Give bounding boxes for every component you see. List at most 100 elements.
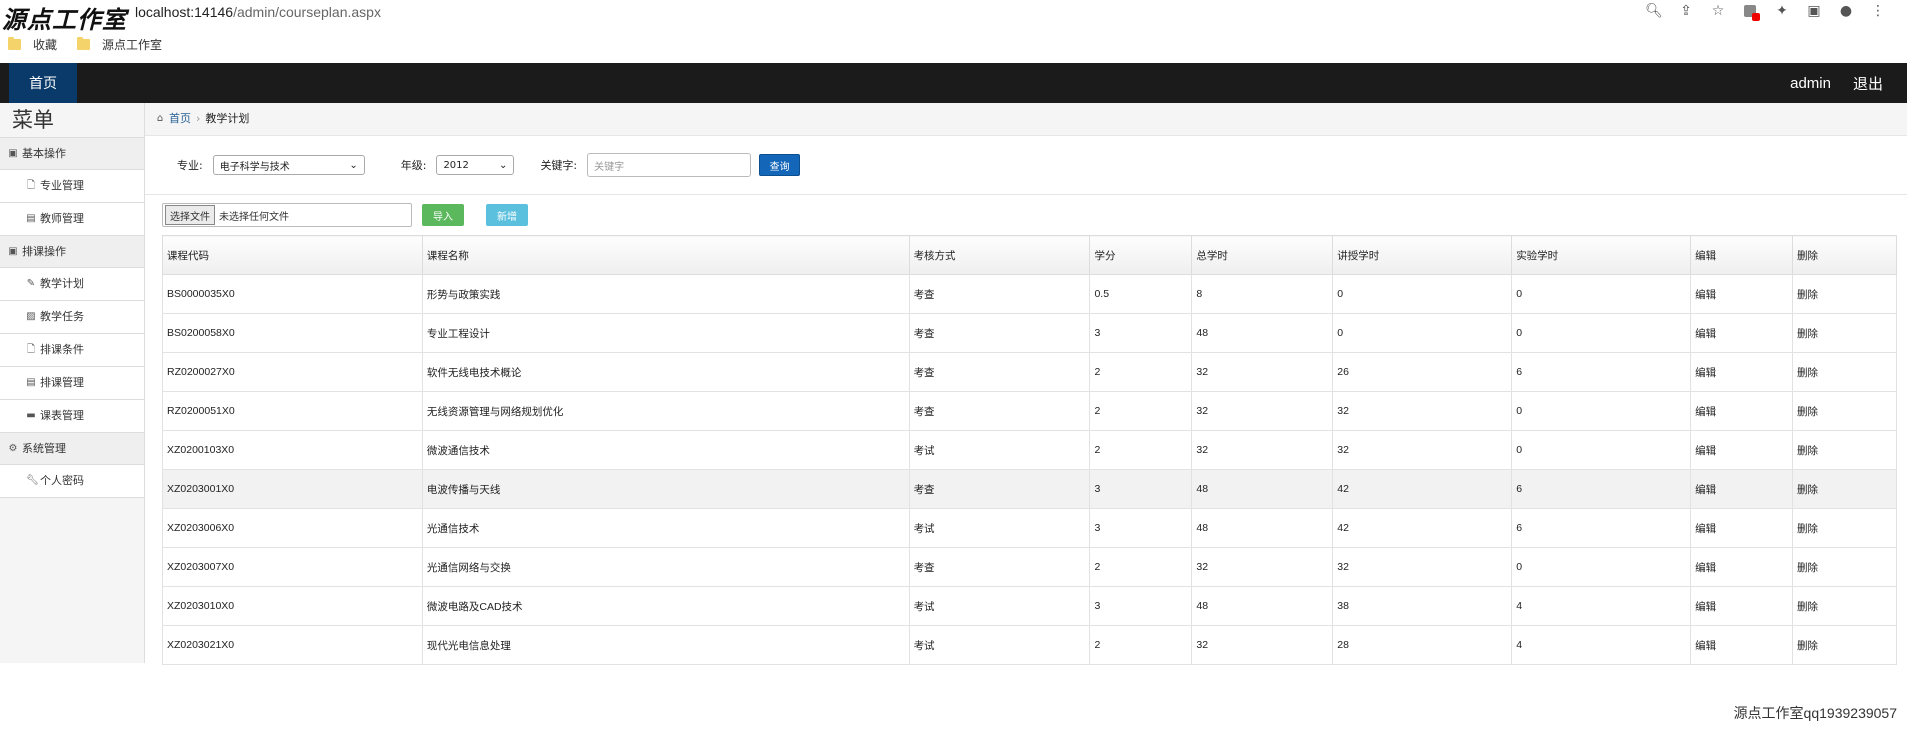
breadcrumb: ⌂ 首页 › 教学计划 xyxy=(145,103,1907,136)
table-cell: 3 xyxy=(1089,469,1193,509)
table-cell: RZ0200051X0 xyxy=(162,391,423,431)
camera-icon: ▬ xyxy=(26,410,36,421)
sidebar: 菜单 ▣ 基本操作 🗋 专业管理 ▤ 教师管理 ▣ 排课操作 ✎ 教学计划 ▨ … xyxy=(0,103,145,663)
delete-link[interactable]: 删除 xyxy=(1792,313,1897,353)
no-file-text: 未选择任何文件 xyxy=(219,211,289,223)
sidebar-item-timetable[interactable]: ▬ 课表管理 xyxy=(0,400,144,433)
query-button[interactable]: 查询 xyxy=(759,154,801,176)
gear-icon: ⚙ xyxy=(8,442,18,454)
delete-link[interactable]: 删除 xyxy=(1792,625,1897,665)
edit-link[interactable]: 编辑 xyxy=(1690,586,1794,626)
table-cell: 42 xyxy=(1332,508,1513,548)
keyword-input[interactable]: 关键字 xyxy=(587,153,752,177)
menu-kebab-icon[interactable]: ⋮ xyxy=(1869,2,1887,20)
edit-link[interactable]: 编辑 xyxy=(1690,508,1794,548)
table-cell: 0 xyxy=(1332,274,1513,314)
file-input[interactable]: 选择文件 未选择任何文件 xyxy=(162,203,412,227)
table-row: XZ0203010X0 微波电路及CAD技术 考试 3 48 38 4 编辑 删除 xyxy=(162,586,1897,626)
sidebar-item-task[interactable]: ▨ 教学任务 xyxy=(0,301,144,334)
sidebar-section-schedule[interactable]: ▣ 排课操作 xyxy=(0,236,144,268)
choose-file-button[interactable]: 选择文件 xyxy=(165,205,215,225)
bookmark-star-icon[interactable]: ☆ xyxy=(1709,2,1727,20)
delete-link[interactable]: 删除 xyxy=(1792,430,1897,470)
table-cell: 0 xyxy=(1332,313,1513,353)
table-cell: XZ0203006X0 xyxy=(162,508,423,548)
sidebar-item-major[interactable]: 🗋 专业管理 xyxy=(0,170,144,203)
sidebar-section-system[interactable]: ⚙ 系统管理 xyxy=(0,433,144,465)
address-bar[interactable]: localhost:14146/admin/courseplan.aspx xyxy=(135,4,381,20)
profile-icon[interactable]: ● xyxy=(1837,2,1855,20)
edit-link[interactable]: 编辑 xyxy=(1690,391,1794,431)
nav-home-tab[interactable]: 首页 xyxy=(9,63,77,103)
sidebar-item-label: 教师管理 xyxy=(40,212,84,225)
sidebar-item-condition[interactable]: 🗋 排课条件 xyxy=(0,334,144,367)
edit-link[interactable]: 编辑 xyxy=(1690,430,1794,470)
nav-logout[interactable]: 退出 xyxy=(1853,73,1883,94)
col-header: 课程名称 xyxy=(421,235,910,275)
edit-link[interactable]: 编辑 xyxy=(1690,352,1794,392)
delete-link[interactable]: 删除 xyxy=(1792,274,1897,314)
table-cell: 6 xyxy=(1511,508,1692,548)
edit-link[interactable]: 编辑 xyxy=(1690,313,1794,353)
sidebar-section-basic[interactable]: ▣ 基本操作 xyxy=(0,138,144,170)
grade-label: 年级: xyxy=(400,159,427,172)
delete-link[interactable]: 删除 xyxy=(1792,352,1897,392)
zoom-icon[interactable]: 🔍︎ xyxy=(1645,2,1663,20)
extension-badge-icon[interactable] xyxy=(1741,2,1760,21)
edit-link[interactable]: 编辑 xyxy=(1690,547,1794,587)
breadcrumb-home[interactable]: 首页 xyxy=(169,103,191,135)
bookmark-favorites[interactable]: 收藏 xyxy=(8,36,57,53)
delete-link[interactable]: 删除 xyxy=(1792,586,1897,626)
table-cell: 光通信技术 xyxy=(421,508,910,548)
table-cell: 2 xyxy=(1089,625,1193,665)
import-button[interactable]: 导入 xyxy=(422,204,464,226)
sidebar-item-label: 教学计划 xyxy=(40,277,84,290)
delete-link[interactable]: 删除 xyxy=(1792,469,1897,509)
delete-link[interactable]: 删除 xyxy=(1792,391,1897,431)
bookmark-studio[interactable]: 源点工作室 xyxy=(77,36,162,53)
table-header-row: 课程代码 课程名称 考核方式 学分 总学时 讲授学时 实验学时 编辑 删除 xyxy=(162,235,1897,275)
table-cell: 42 xyxy=(1332,469,1513,509)
filter-bar: 专业: 电子科学与技术 ⌄ 年级: 2012 ⌄ 关键字: 关键字 查询 xyxy=(145,136,1907,195)
folder-icon xyxy=(77,36,91,50)
table-cell: 微波通信技术 xyxy=(421,430,910,470)
table-cell: 32 xyxy=(1191,430,1334,470)
sidebar-icon[interactable]: ▣ xyxy=(1805,2,1823,20)
edit-link[interactable]: 编辑 xyxy=(1690,469,1794,509)
major-select[interactable]: 电子科学与技术 ⌄ xyxy=(212,155,365,175)
major-label: 专业: xyxy=(177,159,203,172)
nav-username[interactable]: admin xyxy=(1790,75,1831,92)
chevron-down-icon: ⌄ xyxy=(349,159,358,171)
sidebar-item-arrange[interactable]: ▤ 排课管理 xyxy=(0,367,144,400)
sidebar-item-teacher[interactable]: ▤ 教师管理 xyxy=(0,203,144,236)
table-cell: 2 xyxy=(1089,352,1193,392)
table-row: RZ0200027X0 软件无线电技术概论 考查 2 32 26 6 编辑 删除 xyxy=(162,352,1897,392)
new-button[interactable]: 新增 xyxy=(486,204,528,226)
edit-link[interactable]: 编辑 xyxy=(1690,625,1794,665)
table-cell: 0 xyxy=(1511,430,1692,470)
table-cell: 3 xyxy=(1089,586,1193,626)
table-row: XZ0203021X0 现代光电信息处理 考试 2 32 28 4 编辑 删除 xyxy=(162,625,1897,665)
sidebar-title: 菜单 xyxy=(0,103,144,138)
grade-select[interactable]: 2012 ⌄ xyxy=(436,155,515,175)
table-row: XZ0203001X0 电波传播与天线 考查 3 48 42 6 编辑 删除 xyxy=(162,469,1897,509)
course-plan-table: 课程代码 课程名称 考核方式 学分 总学时 讲授学时 实验学时 编辑 删除 BS… xyxy=(162,235,1897,665)
table-cell: 8 xyxy=(1191,274,1334,314)
share-icon[interactable]: ⇪ xyxy=(1677,2,1695,20)
delete-link[interactable]: 删除 xyxy=(1792,547,1897,587)
delete-link[interactable]: 删除 xyxy=(1792,508,1897,548)
table-row: XZ0200103X0 微波通信技术 考试 2 32 32 0 编辑 删除 xyxy=(162,430,1897,470)
sidebar-item-label: 排课条件 xyxy=(40,343,84,356)
sidebar-item-plan[interactable]: ✎ 教学计划 xyxy=(0,268,144,301)
table-cell: 无线资源管理与网络规划优化 xyxy=(421,391,910,431)
table-cell: 38 xyxy=(1332,586,1513,626)
edit-link[interactable]: 编辑 xyxy=(1690,274,1794,314)
picture-icon: ▨ xyxy=(26,311,36,322)
puzzle-icon[interactable]: ✦ xyxy=(1773,2,1791,20)
table-cell: RZ0200027X0 xyxy=(162,352,423,392)
table-cell: BS0000035X0 xyxy=(162,274,423,314)
sidebar-item-password[interactable]: 🔧︎ 个人密码 xyxy=(0,465,144,498)
table-cell: 48 xyxy=(1191,508,1334,548)
table-cell: 3 xyxy=(1089,508,1193,548)
action-toolbar: 选择文件 未选择任何文件 导入 新增 xyxy=(145,195,1907,235)
